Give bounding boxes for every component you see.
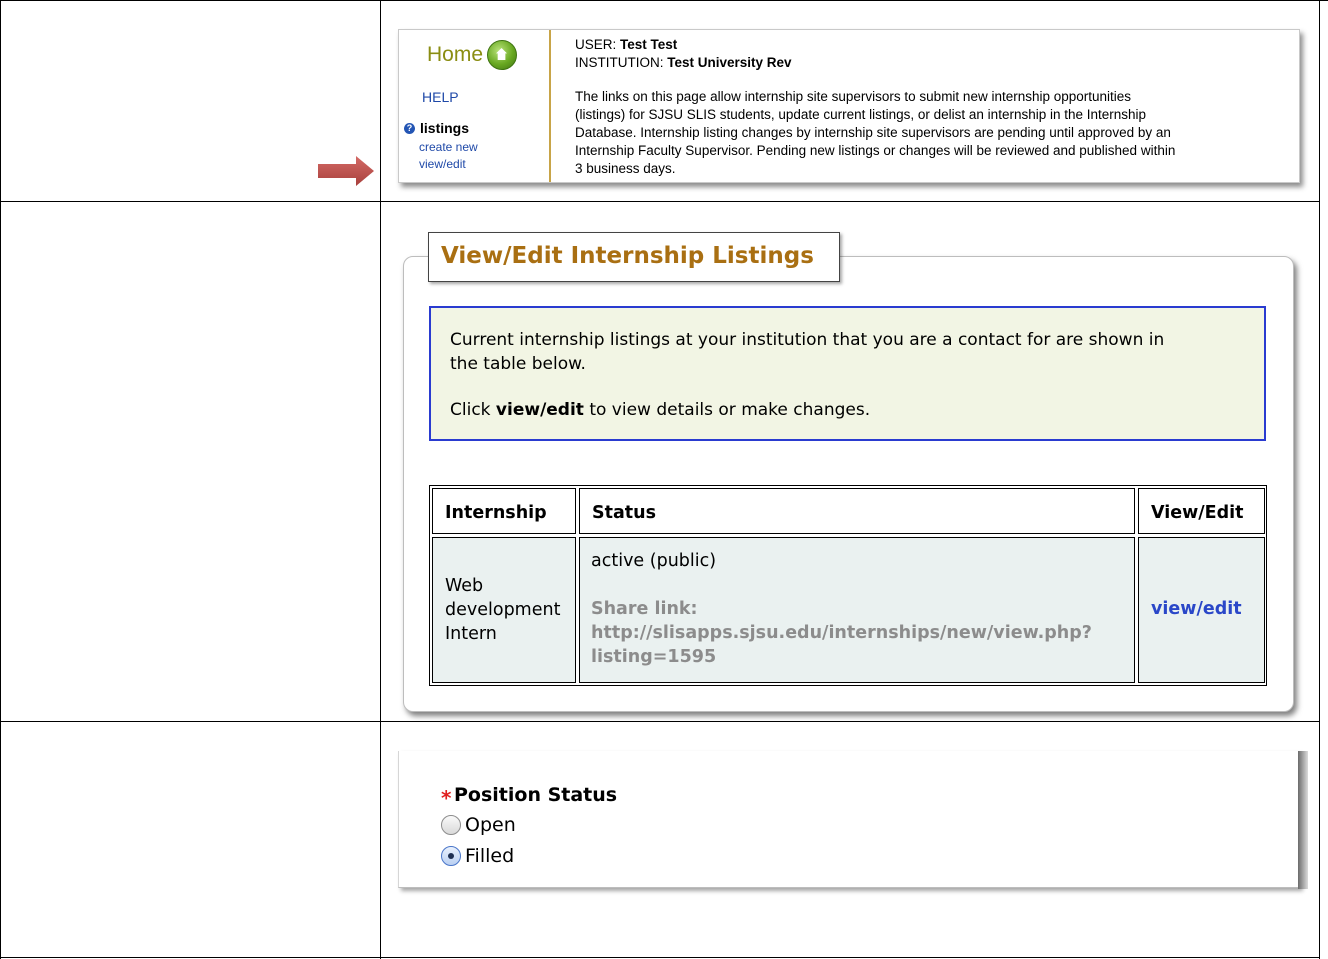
table-row-divider <box>0 201 1320 202</box>
listings-section: ? listings <box>404 120 469 136</box>
description-line: The links on this page allow internship … <box>575 89 1132 104</box>
radio-filled-button[interactable] <box>441 846 461 866</box>
header-info: USER: Test Test INSTITUTION: Test Univer… <box>575 36 1295 178</box>
view-edit-link[interactable]: view/edit <box>1151 599 1242 619</box>
status-value: active (public) <box>591 551 717 571</box>
help-link[interactable]: HELP <box>422 89 459 105</box>
left-nav: Home HELP ? listings create new view/edi… <box>399 30 549 182</box>
user-line: USER: Test Test <box>575 36 1295 54</box>
column-header-internship: Internship <box>432 488 576 534</box>
info-click-prefix: Click <box>450 400 496 420</box>
listings-panel-title-box: View/Edit Internship Listings <box>428 232 840 282</box>
description-line: Database. Internship listing changes by … <box>575 125 1171 140</box>
info-text: Current internship listings at your inst… <box>450 330 1165 350</box>
info-click-suffix: to view details or make changes. <box>583 400 871 420</box>
nav-divider <box>549 30 551 182</box>
radio-open-label[interactable]: Open <box>465 814 516 836</box>
table-row-status-cell: active (public) Share link: http://slisa… <box>579 537 1135 683</box>
panel-scroll-edge <box>1298 751 1308 889</box>
pointer-arrow-icon <box>318 156 374 186</box>
home-icon[interactable] <box>487 40 518 70</box>
info-text: the table below. <box>450 354 586 374</box>
institution-value: Test University Rev <box>667 55 792 70</box>
column-header-view-edit: View/Edit <box>1138 488 1265 534</box>
table-column-divider <box>380 0 381 959</box>
page-title: View/Edit Internship Listings <box>441 243 814 269</box>
share-link-url[interactable]: http://slisapps.sjsu.edu/internships/new… <box>591 621 1134 645</box>
table-row-divider <box>0 721 1320 722</box>
table-row-internship-cell: Web development Intern <box>432 537 576 683</box>
position-status-label: Position Status <box>454 784 618 806</box>
info-click-bold: view/edit <box>495 400 584 420</box>
internship-name-line: Web <box>445 576 484 596</box>
user-label: USER: <box>575 37 617 52</box>
required-marker: * <box>441 786 452 810</box>
description-line: Internship Faculty Supervisor. Pending n… <box>575 143 1176 158</box>
share-link-url[interactable]: listing=1595 <box>591 645 1134 669</box>
table-row-action-cell: view/edit <box>1138 537 1265 683</box>
table-border-right <box>1319 0 1320 959</box>
listings-table: Internship Status View/Edit Web developm… <box>429 485 1267 686</box>
header-panel: Home HELP ? listings create new view/edi… <box>398 29 1300 183</box>
internship-name-line: Intern <box>445 624 497 644</box>
user-value: Test Test <box>620 37 678 52</box>
radio-open-button[interactable] <box>441 815 461 835</box>
description-line: (listings) for SJSU SLIS students, updat… <box>575 107 1147 122</box>
info-box: Current internship listings at your inst… <box>429 306 1266 441</box>
radio-option-filled[interactable]: Filled <box>441 845 514 867</box>
radio-option-open[interactable]: Open <box>441 814 516 836</box>
info-click-text: Click view/edit to view details or make … <box>450 398 1250 422</box>
listings-label: listings <box>420 120 470 136</box>
help-question-icon[interactable]: ? <box>404 122 415 134</box>
internship-name-line: development <box>445 600 561 620</box>
table-border-left <box>0 0 1 959</box>
table-border-bottom <box>0 957 1320 958</box>
home-label[interactable]: Home <box>427 43 483 67</box>
create-new-link[interactable]: create new <box>419 140 478 154</box>
share-link-label: Share link: <box>591 599 698 619</box>
institution-label: INSTITUTION: <box>575 55 664 70</box>
position-status-panel <box>398 751 1300 888</box>
column-header-status: Status <box>579 488 1135 534</box>
institution-line: INSTITUTION: Test University Rev <box>575 54 1295 72</box>
radio-filled-label[interactable]: Filled <box>465 845 514 867</box>
home-link[interactable]: Home <box>427 40 518 70</box>
view-edit-nav-link[interactable]: view/edit <box>419 157 466 171</box>
description-line: 3 business days. <box>575 161 676 176</box>
table-border-top <box>0 0 1328 1</box>
